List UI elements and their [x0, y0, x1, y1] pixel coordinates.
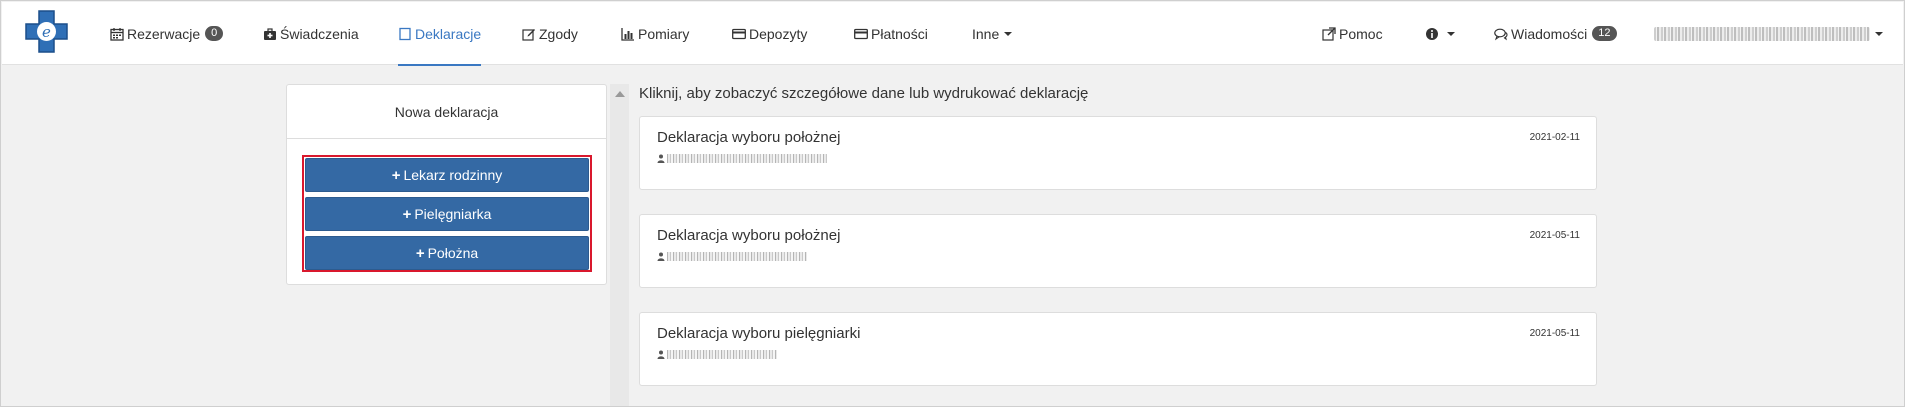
app-logo[interactable]: e: [24, 9, 69, 54]
declaration-person: [657, 154, 827, 163]
scrollbar[interactable]: [610, 84, 629, 406]
nav-inne-dropdown[interactable]: Inne: [972, 2, 1013, 65]
nav-platnosci[interactable]: Płatności: [854, 2, 928, 65]
edit-icon: [522, 27, 536, 41]
person-name-redacted: [667, 252, 807, 261]
user-icon: [657, 252, 665, 261]
nav-label: Wiadomości: [1511, 25, 1588, 42]
caret-down-icon: [1875, 31, 1883, 36]
nav-label: Świadczenia: [280, 25, 359, 42]
app-frame: e Rezerwacje 0 Świadczenia Deklaracje Zg…: [0, 0, 1905, 407]
nav-label: Inne: [972, 25, 1000, 42]
nav-rezerwacje[interactable]: Rezerwacje 0: [110, 2, 224, 65]
plus-icon: +: [391, 166, 401, 184]
nav-label: Depozyty: [749, 25, 808, 42]
user-icon: [657, 350, 665, 359]
nav-label: Zgody: [539, 25, 578, 42]
nav-label: Rezerwacje: [127, 25, 201, 42]
nav-swiadczenia[interactable]: Świadczenia: [263, 2, 359, 65]
file-icon: [398, 27, 412, 41]
add-nurse-button[interactable]: + Pielęgniarka: [305, 197, 589, 231]
nav-label: Deklaracje: [415, 25, 482, 42]
plus-icon: +: [415, 244, 425, 262]
user-icon: [657, 154, 665, 163]
panel-title: Nowa deklaracja: [287, 85, 606, 139]
person-name-redacted: [667, 154, 827, 163]
add-midwife-button[interactable]: + Położna: [305, 236, 589, 270]
declaration-title: Deklaracja wyboru położnej: [657, 227, 841, 244]
info-icon: [1425, 27, 1439, 41]
declaration-date: 2021-05-11: [1529, 328, 1580, 339]
declaration-date: 2021-02-11: [1529, 132, 1580, 143]
new-declaration-panel: Nowa deklaracja + Lekarz rodzinny + Piel…: [286, 84, 607, 285]
nav-depozyty[interactable]: Depozyty: [732, 2, 807, 65]
declaration-buttons-group: + Lekarz rodzinny + Pielęgniarka + Położ…: [302, 155, 592, 272]
button-label: Pielęgniarka: [414, 206, 492, 222]
declaration-card[interactable]: Deklaracja wyboru pielęgniarki 2021-05-1…: [639, 312, 1597, 386]
caret-down-icon: [1447, 31, 1455, 36]
declaration-title: Deklaracja wyboru pielęgniarki: [657, 325, 861, 342]
user-menu-dropdown[interactable]: [1654, 2, 1883, 65]
nav-zgody[interactable]: Zgody: [522, 2, 578, 65]
external-link-icon: [1322, 26, 1336, 41]
reservations-badge: 0: [205, 26, 224, 41]
person-name-redacted: [667, 350, 777, 359]
nav-label: Płatności: [871, 25, 928, 42]
nav-pomoc[interactable]: Pomoc: [1322, 2, 1383, 65]
nav-wiadomosci[interactable]: Wiadomości 12: [1494, 2, 1617, 65]
messages-badge: 12: [1592, 26, 1617, 41]
credit-card-icon: [854, 27, 868, 41]
nav-info-dropdown[interactable]: [1425, 2, 1455, 65]
nav-pomiary[interactable]: Pomiary: [621, 2, 689, 65]
scroll-up-arrow-icon[interactable]: [615, 91, 625, 97]
user-name-redacted: [1654, 26, 1870, 41]
declaration-person: [657, 350, 777, 359]
declaration-date: 2021-05-11: [1529, 230, 1580, 241]
plus-icon: +: [402, 205, 412, 223]
button-label: Lekarz rodzinny: [403, 167, 503, 183]
comments-icon: [1494, 27, 1508, 41]
top-navbar: e Rezerwacje 0 Świadczenia Deklaracje Zg…: [2, 2, 1903, 66]
declaration-card[interactable]: Deklaracja wyboru położnej 2021-05-11: [639, 214, 1597, 288]
caret-down-icon: [1004, 31, 1013, 36]
card-icon: [732, 27, 746, 41]
calendar-icon: [110, 27, 124, 41]
svg-text:e: e: [42, 23, 51, 41]
declaration-card[interactable]: Deklaracja wyboru położnej 2021-02-11: [639, 116, 1597, 190]
nav-label: Pomoc: [1339, 25, 1383, 42]
declaration-person: [657, 252, 807, 261]
declaration-title: Deklaracja wyboru położnej: [657, 129, 841, 146]
medkit-icon: [263, 27, 277, 41]
nav-label: Pomiary: [638, 25, 690, 42]
bar-chart-icon: [621, 27, 635, 41]
button-label: Położna: [427, 245, 479, 261]
add-family-doctor-button[interactable]: + Lekarz rodzinny: [305, 158, 589, 192]
nav-deklaracje[interactable]: Deklaracje: [398, 2, 482, 66]
instruction-text: Kliknij, aby zobaczyć szczegółowe dane l…: [639, 85, 1089, 102]
